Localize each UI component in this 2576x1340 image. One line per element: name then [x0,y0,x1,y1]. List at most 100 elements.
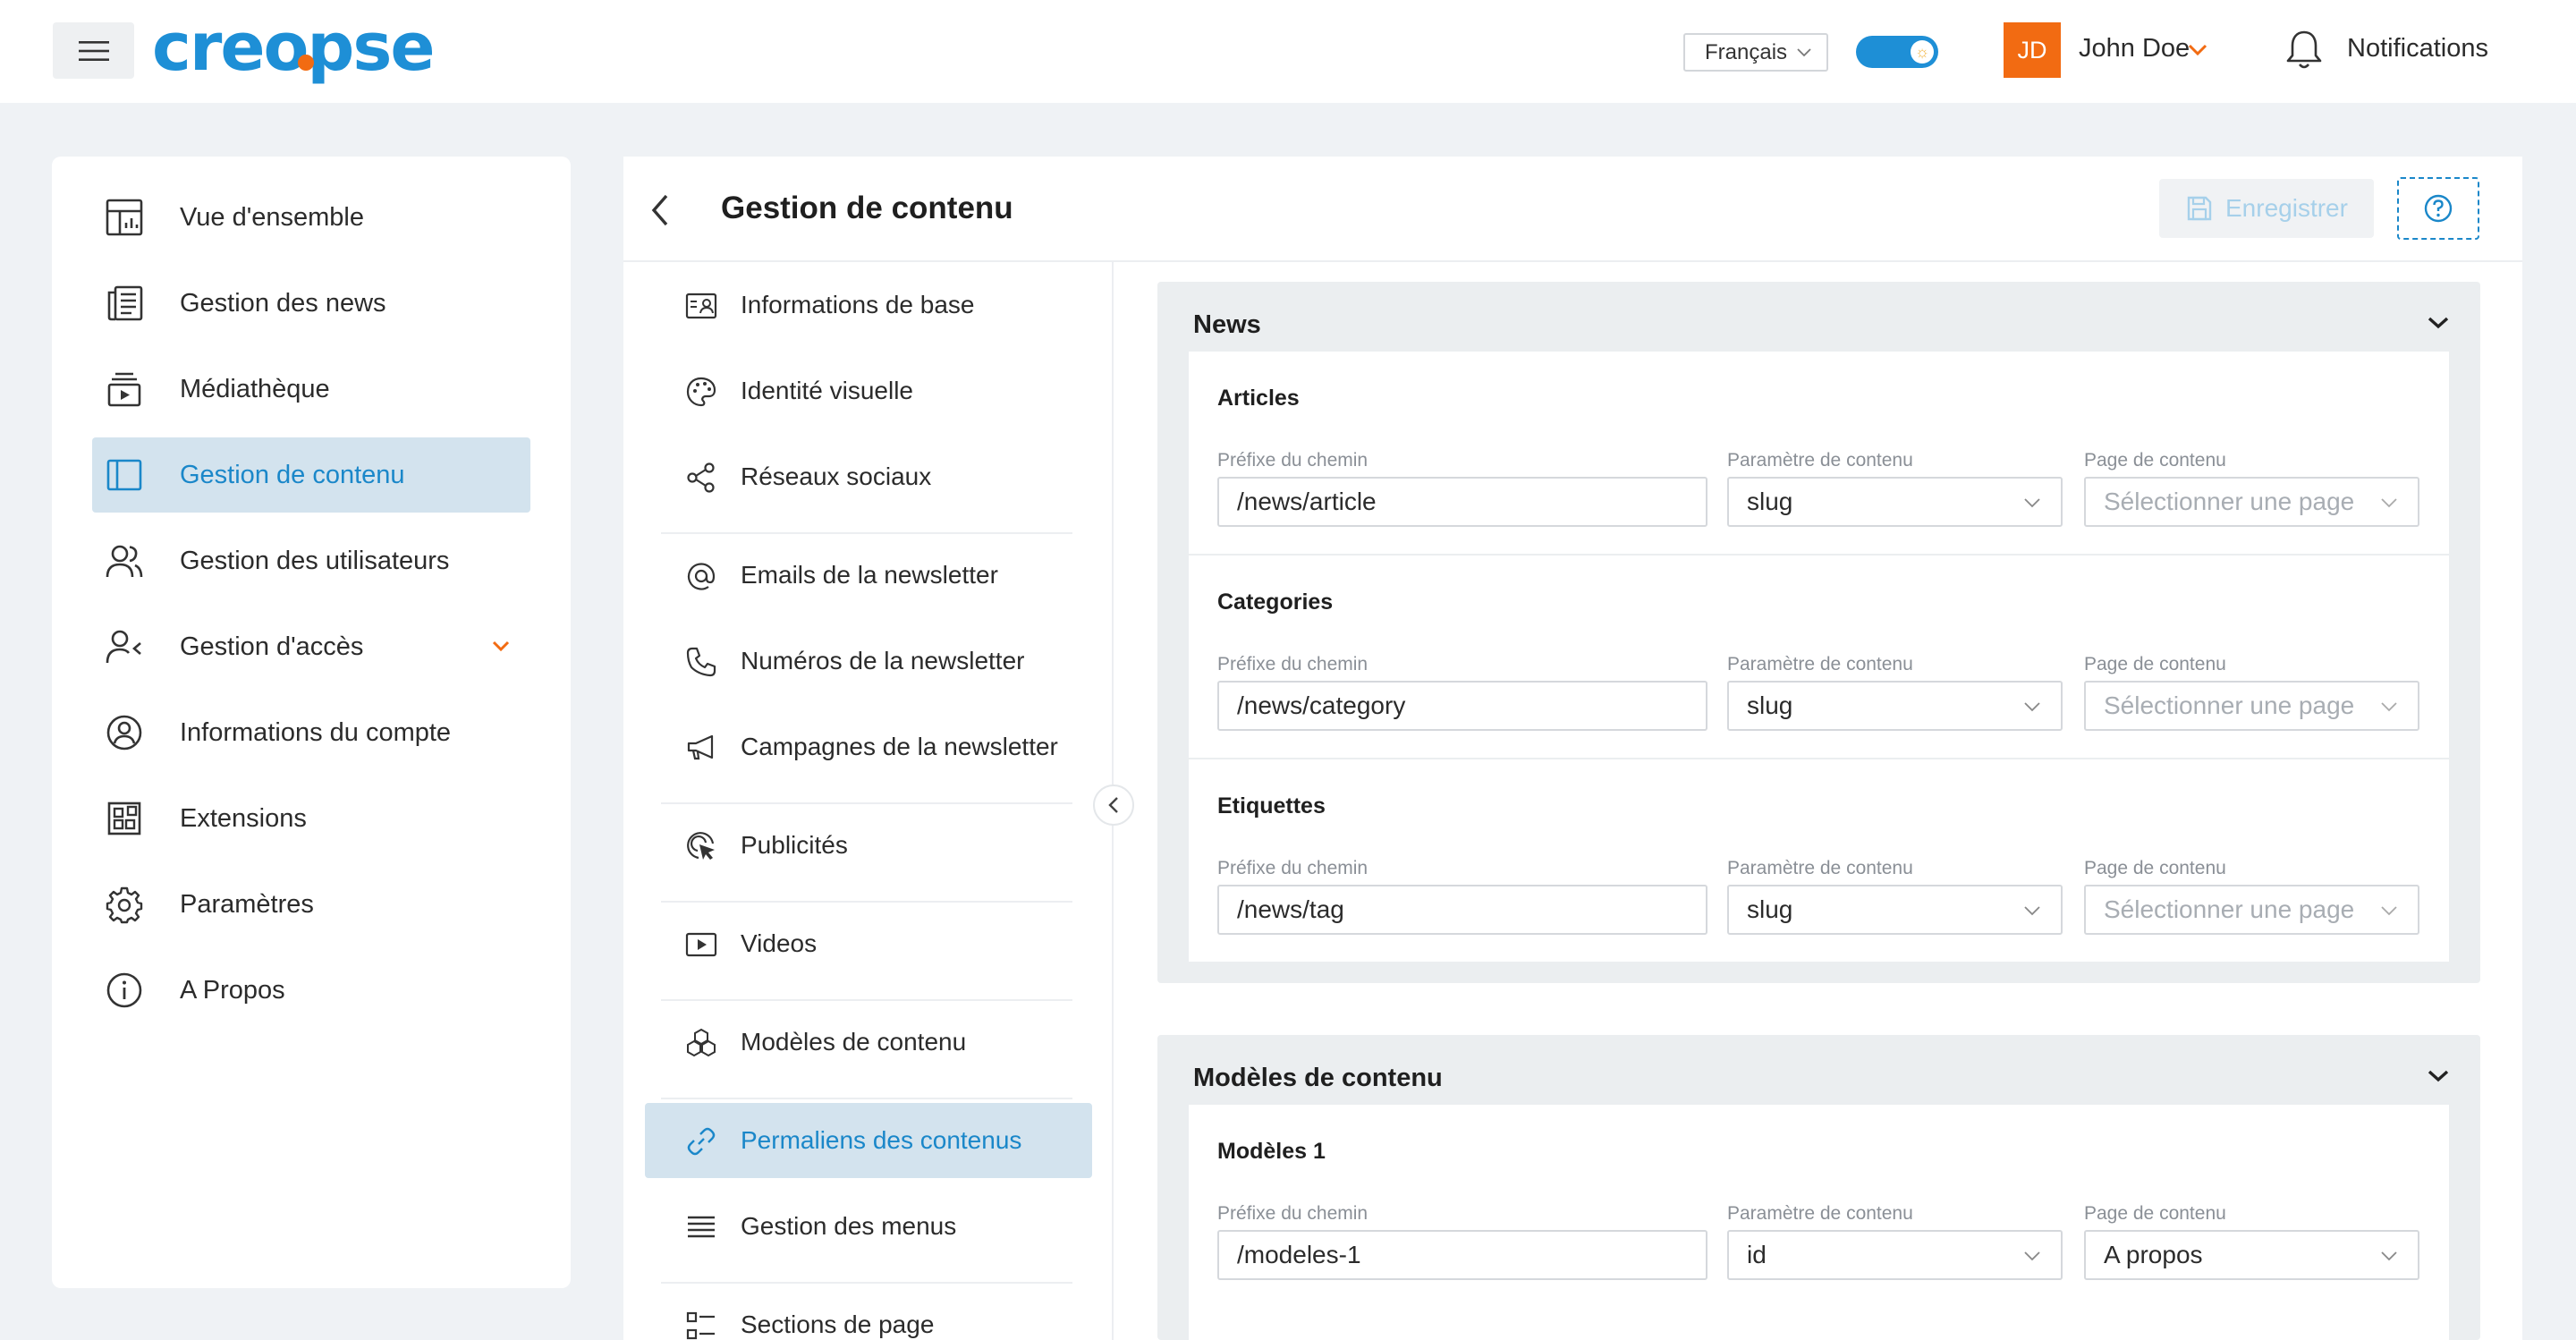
sidebar-item-overview[interactable]: Vue d'ensemble [92,180,530,255]
chevron-down-icon [2024,498,2040,508]
sidebar-item-content-management[interactable]: Gestion de contenu [92,437,530,513]
select-placeholder: Sélectionner une page [2104,691,2355,719]
submenu-divider [661,999,1072,1001]
submenu-item-newsletter-numbers[interactable]: Numéros de la newsletter [645,623,1092,699]
section-title: Modèles de contenu [1193,1064,1443,1092]
sidebar-item-label: Gestion des news [180,288,386,318]
sidebar-item-users[interactable]: Gestion des utilisateurs [92,523,530,598]
path-prefix-input[interactable]: /modeles-1 [1217,1230,1707,1280]
content-param-select[interactable]: slug [1727,885,2063,935]
content-page-select[interactable]: Sélectionner une page [2084,477,2419,527]
permalink-card-articles: Articles Préfixe du chemin Paramètre de … [1189,352,2449,554]
submenu-divider [661,1098,1072,1099]
submenu-item-label: Publicités [741,831,848,859]
submenu-item-menus[interactable]: Gestion des menus [645,1189,1092,1264]
content-page-select[interactable]: Sélectionner une page [2084,681,2419,731]
submenu-item-label: Emails de la newsletter [741,561,998,589]
user-access-icon [103,625,146,668]
section-content-models: Modèles de contenu Modèles 1 Préfixe du … [1157,1035,2480,1340]
sidebar-item-settings[interactable]: Paramètres [92,867,530,942]
content-param-select[interactable]: slug [1727,477,2063,527]
submenu-item-basic-info[interactable]: Informations de base [645,267,1092,343]
share-icon [684,461,718,495]
sidebar-item-label: Extensions [180,803,307,833]
save-button[interactable]: Enregistrer [2159,179,2374,238]
sidebar-item-news[interactable]: Gestion des news [92,266,530,341]
language-select[interactable]: Français [1683,33,1828,72]
submenu-item-newsletter-emails[interactable]: Emails de la newsletter [645,538,1092,613]
hamburger-menu-button[interactable] [53,22,134,79]
select-value: id [1747,1241,1767,1268]
sections-icon [684,1309,718,1340]
sidebar-item-extensions[interactable]: Extensions [92,781,530,856]
palette-icon [684,375,718,409]
menu-lines-icon [684,1210,718,1244]
ad-click-icon [684,829,718,863]
submenu-item-page-sections[interactable]: Sections de page [645,1287,1092,1340]
card-title: Modèles 1 [1217,1139,1326,1164]
submenu-divider [661,901,1072,903]
layout-panel-icon [103,454,146,496]
floppy-disk-icon [2187,196,2212,221]
chevron-down-icon[interactable] [2427,1069,2450,1083]
prefix-label: Préfixe du chemin [1217,450,1368,471]
prefix-label: Préfixe du chemin [1217,654,1368,674]
chevron-down-icon [2024,906,2040,916]
path-prefix-input[interactable]: /news/article [1217,477,1707,527]
select-value: slug [1747,691,1793,719]
submenu-item-social-networks[interactable]: Réseaux sociaux [645,439,1092,514]
chevron-down-icon[interactable] [491,640,511,652]
card-title: Etiquettes [1217,793,1326,818]
chevron-down-icon [2024,1251,2040,1261]
submenu-item-visual-identity[interactable]: Identité visuelle [645,353,1092,428]
sidebar-item-media-library[interactable]: Médiathèque [92,352,530,427]
prefix-label: Préfixe du chemin [1217,858,1368,878]
main-panel: Gestion de contenu Enregistrer Informati… [623,157,2522,1340]
content-page-select[interactable]: A propos [2084,1230,2419,1280]
input-value: /news/article [1237,488,1377,515]
help-button[interactable] [2397,177,2479,240]
chevron-down-icon[interactable] [2187,43,2208,57]
path-prefix-input[interactable]: /news/tag [1217,885,1707,935]
submenu-divider [661,1282,1072,1284]
submenu-item-advertising[interactable]: Publicités [645,808,1092,883]
user-name[interactable]: John Doe [2079,34,2190,64]
sidebar-item-about[interactable]: A Propos [92,953,530,1028]
content-page-select[interactable]: Sélectionner une page [2084,885,2419,935]
card-title: Articles [1217,386,1300,411]
sun-icon: ☼ [1911,40,1934,64]
select-placeholder: Sélectionner une page [2104,488,2355,515]
submenu-item-label: Permaliens des contenus [741,1126,1022,1154]
sidebar-item-label: Gestion de contenu [180,460,405,489]
sidebar-item-label: Médiathèque [180,374,330,403]
sidebar-item-account-info[interactable]: Informations du compte [92,695,530,770]
dashboard-icon [103,196,146,239]
theme-toggle[interactable]: ☼ [1856,36,1938,68]
page-label: Page de contenu [2084,654,2226,674]
media-library-icon [103,368,146,411]
sidebar-item-access-management[interactable]: Gestion d'accès [92,609,530,684]
input-value: /news/category [1237,691,1406,719]
param-label: Paramètre de contenu [1727,450,1913,471]
content-param-select[interactable]: id [1727,1230,2063,1280]
submenu-item-permalinks[interactable]: Permaliens des contenus [645,1103,1092,1178]
permalink-card-tags: Etiquettes Préfixe du chemin Paramètre d… [1189,759,2449,962]
bell-icon[interactable] [2284,27,2324,72]
video-icon [684,928,718,962]
collapse-submenu-button[interactable] [1093,784,1134,826]
page-label: Page de contenu [2084,450,2226,471]
megaphone-icon [684,731,718,765]
submenu-item-videos[interactable]: Videos [645,906,1092,981]
chevron-down-icon[interactable] [2427,316,2450,330]
creopse-logo[interactable]: creopse [152,13,483,93]
submenu-item-newsletter-campaigns[interactable]: Campagnes de la newsletter [645,709,1092,784]
submenu-item-content-models[interactable]: Modèles de contenu [645,1005,1092,1080]
content-param-select[interactable]: slug [1727,681,2063,731]
notifications-label[interactable]: Notifications [2347,34,2488,64]
input-value: /modeles-1 [1237,1241,1361,1268]
sidebar-item-label: Informations du compte [180,717,452,747]
info-icon [103,969,146,1012]
back-arrow-icon[interactable] [650,192,672,228]
avatar[interactable]: JD [2004,22,2061,78]
path-prefix-input[interactable]: /news/category [1217,681,1707,731]
